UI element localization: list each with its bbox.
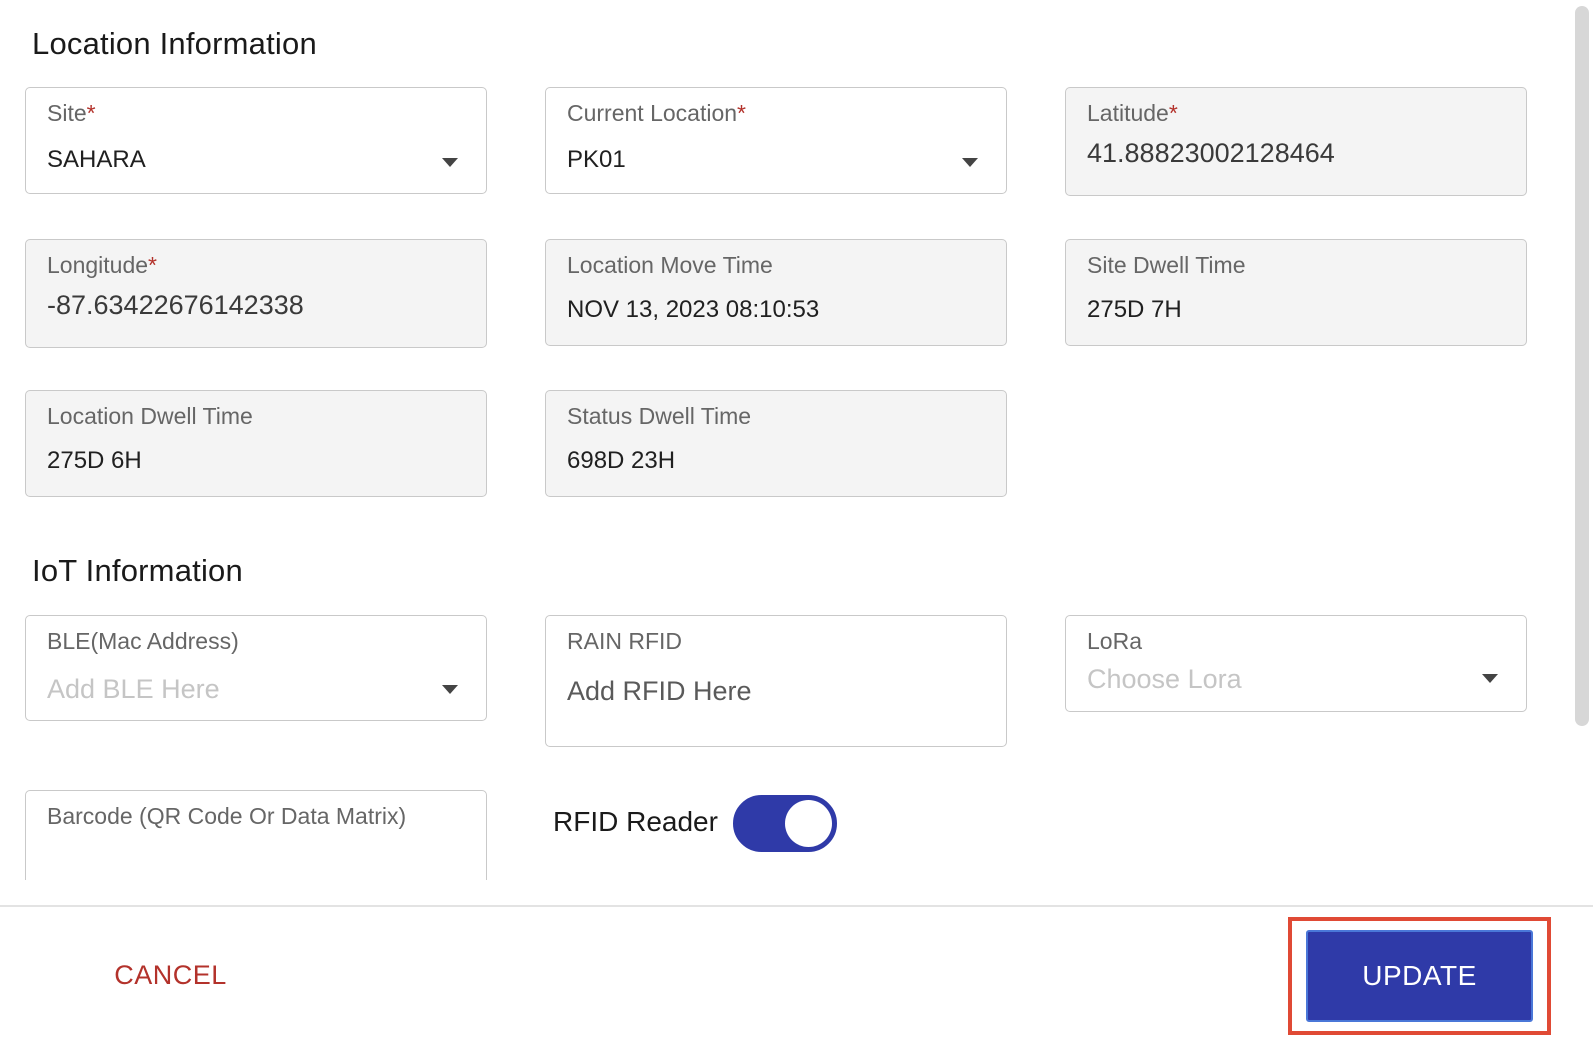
location-dwell-time-value: 275D 6H: [47, 447, 142, 474]
status-dwell-time-field: Status Dwell Time 698D 23H: [545, 390, 1007, 497]
status-dwell-time-value: 698D 23H: [567, 447, 676, 474]
update-button[interactable]: UPDATE: [1306, 930, 1533, 1022]
ble-label: BLE(Mac Address): [47, 628, 239, 654]
latitude-value[interactable]: 41.88823002128464: [1087, 138, 1335, 169]
barcode-input[interactable]: Barcode (QR Code Or Data Matrix): [25, 790, 487, 880]
scrollbar[interactable]: [1569, 0, 1593, 880]
latitude-field[interactable]: Latitude* 41.88823002128464: [1065, 87, 1527, 196]
site-dwell-time-value: 275D 7H: [1087, 296, 1182, 323]
longitude-label: Longitude*: [47, 252, 157, 278]
form-scroll-area: Location Information Site* SAHARA Curren…: [0, 0, 1593, 880]
site-dwell-time-label: Site Dwell Time: [1087, 252, 1246, 278]
current-location-value: PK01: [567, 146, 626, 173]
chevron-down-icon[interactable]: [962, 158, 978, 167]
site-value: SAHARA: [47, 146, 146, 173]
iot-section-title: IoT Information: [32, 553, 243, 588]
latitude-label: Latitude*: [1087, 100, 1178, 126]
location-section-title: Location Information: [32, 26, 317, 61]
status-dwell-time-label: Status Dwell Time: [567, 403, 752, 429]
rain-rfid-label: RAIN RFID: [567, 628, 682, 654]
site-select[interactable]: Site* SAHARA: [25, 87, 487, 194]
location-dwell-time-field: Location Dwell Time 275D 6H: [25, 390, 487, 497]
chevron-down-icon[interactable]: [442, 158, 458, 167]
chevron-down-icon[interactable]: [442, 685, 458, 694]
location-dwell-time-label: Location Dwell Time: [47, 403, 253, 429]
current-location-label: Current Location*: [567, 100, 746, 126]
barcode-label: Barcode (QR Code Or Data Matrix): [47, 803, 407, 829]
rain-rfid-placeholder[interactable]: Add RFID Here: [567, 676, 752, 707]
longitude-field[interactable]: Longitude* -87.63422676142338: [25, 239, 487, 348]
cancel-button[interactable]: CANCEL: [98, 950, 243, 1000]
lora-select[interactable]: LoRa Choose Lora: [1065, 615, 1527, 712]
site-dwell-time-field: Site Dwell Time 275D 7H: [1065, 239, 1527, 346]
location-move-time-value: NOV 13, 2023 08:10:53: [567, 296, 820, 323]
scrollbar-thumb[interactable]: [1575, 6, 1589, 726]
current-location-select[interactable]: Current Location* PK01: [545, 87, 1007, 194]
site-label: Site*: [47, 100, 96, 126]
footer-divider: [0, 905, 1593, 907]
rain-rfid-input[interactable]: RAIN RFID Add RFID Here: [545, 615, 1007, 747]
location-move-time-label: Location Move Time: [567, 252, 773, 278]
lora-placeholder[interactable]: Choose Lora: [1087, 664, 1242, 695]
rfid-reader-toggle[interactable]: [733, 795, 837, 852]
longitude-value[interactable]: -87.63422676142338: [47, 290, 304, 321]
chevron-down-icon[interactable]: [1482, 674, 1498, 683]
toggle-knob: [785, 800, 832, 847]
ble-select[interactable]: BLE(Mac Address) Add BLE Here: [25, 615, 487, 721]
lora-label: LoRa: [1087, 628, 1142, 654]
location-move-time-field: Location Move Time NOV 13, 2023 08:10:53: [545, 239, 1007, 346]
ble-placeholder[interactable]: Add BLE Here: [47, 674, 220, 705]
rfid-reader-label: RFID Reader: [553, 806, 718, 837]
